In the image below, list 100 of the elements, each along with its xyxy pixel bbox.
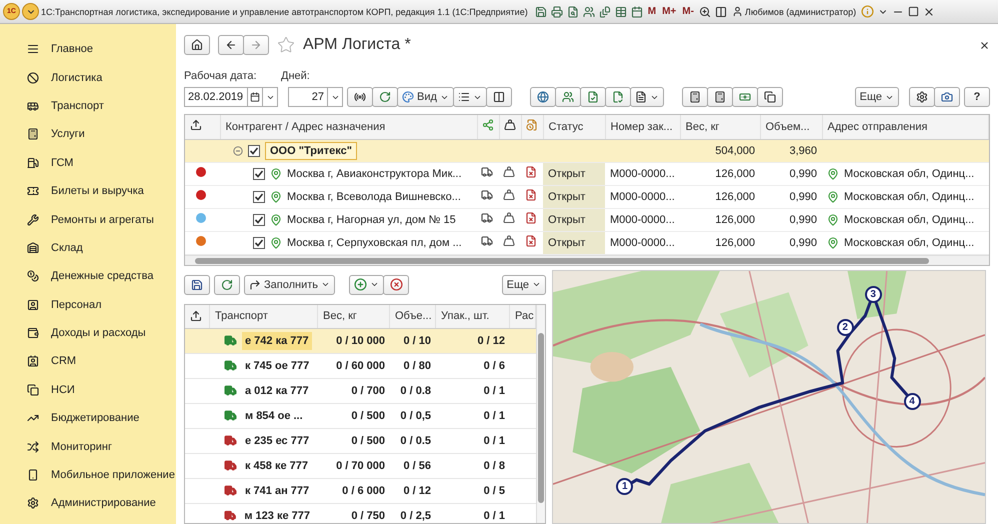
sidebar-label: Транспорт (51, 100, 104, 112)
sidebar-item[interactable]: Денежные средства (0, 262, 176, 291)
date-field[interactable]: 28.02.2019 (184, 87, 248, 107)
table-row[interactable]: е 235 ес 777 0 / 500 0 / 0.5 0 / 1 (185, 428, 536, 454)
table-cell: Московская обл, Одинц... (844, 236, 974, 248)
sidebar-item[interactable]: Главное (0, 35, 176, 64)
date-label: Рабочая дата: (184, 70, 258, 84)
user-button[interactable]: Любимов (администратор) (730, 6, 858, 17)
table-cell: 0 / 0.8 (400, 384, 431, 396)
table-cell: Открыт (548, 168, 586, 180)
sidebar-item[interactable]: CRM (0, 347, 176, 376)
sidebar-item[interactable]: Мониторинг (0, 432, 176, 461)
table-row[interactable]: а 012 ка 777 0 / 700 0 / 0.8 0 / 1 (185, 378, 536, 404)
sidebar-item[interactable]: Администрирование (0, 489, 176, 518)
sidebar-item[interactable]: Персонал (0, 290, 176, 319)
table-cell: е 742 ка 777 (242, 332, 312, 350)
table-row[interactable]: к 745 ое 777 0 / 60 000 0 / 80 0 / 6 (185, 354, 536, 378)
table-cell: М000-0000... (610, 236, 675, 248)
table-cell: 3,960 (789, 144, 817, 156)
more-button[interactable]: Еще (854, 87, 899, 107)
sidebar-label: Персонал (51, 298, 102, 311)
table-cell: 0 / 8 (484, 460, 505, 472)
days-field[interactable]: 27 (288, 87, 328, 107)
table-row[interactable]: к 458 ке 777 0 / 70 000 0 / 56 0 / 8 (185, 454, 536, 478)
table-cell: М000-0000... (610, 190, 675, 202)
days-label: Дней: (281, 70, 311, 84)
fill-button[interactable]: Заполнить (244, 274, 336, 294)
view-button[interactable]: Вид (397, 87, 454, 107)
table-cell: 0,990 (789, 168, 817, 180)
table-cell: Открыт (548, 236, 586, 248)
help-button[interactable]: ? (964, 87, 990, 107)
column-header[interactable]: Объе... (395, 310, 432, 322)
sidebar-label: Мобильное приложение (51, 469, 175, 482)
table-cell: 0 / 1 (484, 510, 505, 522)
table-cell: 126,000 (715, 190, 755, 202)
sidebar-label: Ремонты и агрегаты (51, 214, 154, 226)
memory-button[interactable]: M- (680, 6, 696, 17)
group-name: ООО "Тритекс" (265, 142, 357, 160)
sidebar-label: Мониторинг (51, 440, 112, 453)
sidebar-item[interactable]: Мобильное приложение (0, 460, 176, 490)
table-cell: 126,000 (715, 214, 755, 226)
table-cell: Открыт (548, 214, 586, 226)
table-cell: 0 / 60 000 (336, 360, 385, 372)
sidebar-label: Склад (51, 242, 83, 254)
sidebar-label: Главное (51, 43, 94, 56)
table-cell: Москва г, Авиаконструктора Мик... (287, 168, 462, 180)
table-row[interactable]: м 854 ое ... 0 / 500 0 / 0,5 0 / 1 (185, 404, 536, 428)
table-cell: Открыт (548, 190, 586, 202)
table-cell: 0 / 56 (403, 460, 431, 472)
memory-button[interactable]: M+ (660, 6, 678, 17)
sidebar-label: Услуги (51, 128, 85, 140)
column-header[interactable]: Рас (515, 310, 534, 322)
sidebar-item[interactable]: Доходы и расходы (0, 318, 176, 348)
column-header[interactable]: Упак., шт. (441, 310, 490, 322)
table-cell: 0,990 (789, 190, 817, 202)
table-cell: Московская обл, Одинц... (844, 168, 974, 180)
table-cell: 0 / 500 (351, 410, 385, 422)
sidebar-item[interactable]: НСИ (0, 376, 176, 404)
table-cell: 126,000 (715, 236, 755, 248)
column-header[interactable]: Транспорт (215, 310, 268, 322)
sidebar-item[interactable]: Склад (0, 234, 176, 262)
sidebar-label: Бюджетирование (51, 412, 140, 424)
table-row[interactable]: е 742 ка 777 0 / 10 000 0 / 10 0 / 12 (185, 328, 536, 354)
sidebar-label: Доходы и расходы (51, 327, 146, 340)
table-cell: 0 / 2,5 (400, 510, 431, 522)
table-cell: 0 / 500 (351, 434, 385, 446)
sidebar-item[interactable]: Билеты и выручка (0, 176, 176, 206)
table-cell: 0 / 12 (477, 334, 505, 346)
table-row[interactable]: к 741 ан 777 0 / 6 000 0 / 12 0 / 5 (185, 478, 536, 504)
sidebar-item[interactable]: ГСМ (0, 148, 176, 177)
sidebar-label: НСИ (51, 384, 75, 396)
table-cell: 0 / 0,5 (400, 410, 431, 422)
sidebar-item[interactable]: Бюджетирование (0, 404, 176, 432)
table-cell: 0 / 10 (403, 334, 431, 346)
sidebar-label: Администрирование (51, 497, 156, 510)
table-cell: 0 / 6 (484, 360, 505, 372)
sidebar-label: Билеты и выручка (51, 185, 144, 198)
sidebar-label: ГСМ (51, 156, 74, 169)
more-button[interactable]: Еще (502, 274, 546, 294)
table-cell: Москва г, Всеволода Вишневско... (287, 190, 461, 202)
table-cell: 0 / 1 (484, 434, 505, 446)
table-cell: 0 / 12 (403, 484, 431, 496)
sidebar-item[interactable]: Транспорт (0, 92, 176, 120)
table-cell: 0 / 80 (403, 360, 431, 372)
sidebar-item[interactable]: Логистика (0, 63, 176, 92)
sidebar-label: Денежные средства (51, 270, 154, 282)
table-cell: 0 / 750 (351, 510, 385, 522)
column-header[interactable]: Вес, кг (323, 310, 357, 322)
table-cell-text: к 458 ке 777 (244, 458, 310, 474)
sidebar-item[interactable]: Услуги (0, 120, 176, 149)
table-cell-text: м 854 ое ... (244, 408, 304, 424)
table-cell-text: м 123 ке 777 (243, 508, 311, 523)
table-cell: 0 / 1 (484, 410, 505, 422)
table-row[interactable]: м 123 ке 777 0 / 750 0 / 2,5 0 / 1 (185, 504, 536, 523)
sidebar-label: CRM (51, 355, 76, 368)
table-cell: 0,990 (789, 236, 817, 248)
sidebar-item[interactable]: Ремонты и агрегаты (0, 205, 176, 234)
table-cell-text: е 235 ес 777 (244, 434, 310, 448)
memory-button[interactable]: M (646, 6, 658, 17)
table-cell-text: к 745 ое 777 (244, 358, 310, 374)
